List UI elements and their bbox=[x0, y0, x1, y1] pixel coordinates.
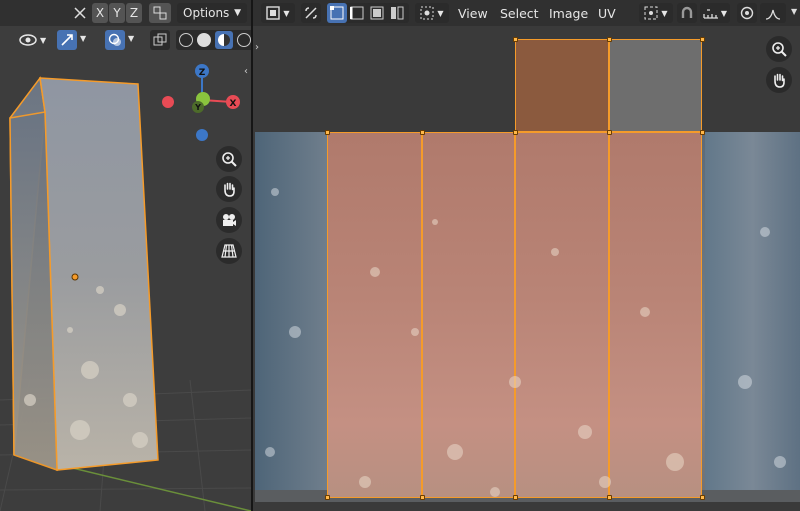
editor-type-dropdown[interactable]: ▼ bbox=[261, 3, 295, 23]
menu-select[interactable]: Select bbox=[500, 4, 539, 22]
snap-toggle-icon[interactable] bbox=[677, 3, 697, 23]
xray-icon bbox=[153, 33, 167, 46]
uv-sync-icon[interactable] bbox=[301, 3, 321, 23]
mirror-x-button[interactable]: X bbox=[92, 3, 108, 23]
uv-vertex[interactable] bbox=[607, 495, 612, 500]
3d-viewport[interactable]: X Y Z Options ▼ ▼ ▼ ▼ Z X Y ‹ bbox=[0, 0, 251, 511]
shading-mode-group bbox=[176, 30, 251, 50]
snap-increment-icon bbox=[703, 9, 718, 19]
sticky-selection-icon bbox=[420, 6, 434, 20]
material-shading-icon[interactable] bbox=[215, 31, 233, 49]
overlay-icon bbox=[108, 33, 121, 46]
pillar-mesh[interactable] bbox=[0, 70, 180, 480]
proportional-editing-icon[interactable] bbox=[737, 3, 757, 23]
rendered-shading-icon[interactable] bbox=[237, 33, 251, 47]
uv-vertex[interactable] bbox=[420, 130, 425, 135]
grid-perspective-icon[interactable] bbox=[216, 238, 242, 264]
menu-image[interactable]: Image bbox=[549, 4, 588, 22]
sidebar-toggle-icon[interactable]: ‹ bbox=[244, 66, 248, 77]
uv-vertex[interactable] bbox=[607, 37, 612, 42]
menu-uv[interactable]: UV bbox=[598, 4, 616, 22]
viewport-header: X Y Z Options ▼ bbox=[0, 0, 251, 26]
sticky-selection-dropdown[interactable]: ▼ bbox=[415, 3, 449, 23]
pivot-icon bbox=[644, 6, 658, 20]
xray-toggle-button[interactable] bbox=[150, 30, 170, 50]
uv-vertex[interactable] bbox=[325, 130, 330, 135]
uv-vertex[interactable] bbox=[513, 130, 518, 135]
face-select-icon[interactable] bbox=[367, 3, 387, 23]
uv-editor-icon bbox=[266, 6, 281, 20]
falloff-curve-icon bbox=[765, 9, 781, 20]
uv-island-bottom[interactable] bbox=[609, 39, 702, 132]
eye-icon bbox=[19, 34, 37, 46]
mirror-z-button[interactable]: Z bbox=[126, 3, 142, 23]
chevron-down-icon[interactable]: ▼ bbox=[80, 34, 86, 43]
uv-vertex[interactable] bbox=[513, 37, 518, 42]
options-label: Options bbox=[183, 6, 230, 20]
uv-vertex[interactable] bbox=[700, 37, 705, 42]
overlay-toggle-button[interactable] bbox=[105, 30, 125, 50]
uv-editor-header: ▼ ▼ View Select Image UV ▼ ▼ ▼ bbox=[253, 0, 800, 26]
island-select-icon[interactable] bbox=[387, 3, 407, 23]
toolbar-toggle-icon[interactable]: › bbox=[255, 42, 259, 53]
falloff-dropdown[interactable] bbox=[760, 3, 786, 23]
chevron-down-icon: ▼ bbox=[234, 8, 241, 18]
uv-island-top[interactable] bbox=[515, 39, 609, 132]
zoom-icon[interactable] bbox=[766, 36, 792, 62]
camera-icon[interactable] bbox=[216, 207, 242, 233]
pan-hand-icon[interactable] bbox=[216, 176, 242, 202]
mirror-icon[interactable] bbox=[72, 5, 88, 21]
solid-shading-icon[interactable] bbox=[197, 33, 211, 47]
uv-vertex[interactable] bbox=[325, 495, 330, 500]
auto-merge-icon[interactable] bbox=[149, 3, 171, 23]
edge-select-icon[interactable] bbox=[347, 3, 367, 23]
uv-vertex[interactable] bbox=[420, 495, 425, 500]
chevron-down-icon[interactable]: ▼ bbox=[791, 7, 797, 16]
texture-detail bbox=[265, 188, 786, 497]
navigation-gizmo[interactable]: Z X Y bbox=[160, 60, 250, 145]
vertex-select-icon[interactable] bbox=[327, 3, 347, 23]
uv-editor[interactable]: ▼ ▼ View Select Image UV ▼ ▼ ▼ › bbox=[253, 0, 800, 511]
gizmo-y-label: Y bbox=[194, 103, 201, 112]
uv-vertex[interactable] bbox=[513, 495, 518, 500]
wireframe-shading-icon[interactable] bbox=[179, 33, 193, 47]
snap-target-dropdown[interactable]: ▼ bbox=[700, 3, 730, 23]
select-mode-group bbox=[327, 3, 409, 23]
mirror-y-button[interactable]: Y bbox=[109, 3, 125, 23]
uv-vertex[interactable] bbox=[700, 495, 705, 500]
gizmo-toggle-button[interactable] bbox=[57, 30, 77, 50]
gizmo-z-label: Z bbox=[199, 68, 206, 78]
view-object-types-dropdown[interactable]: ▼ bbox=[18, 30, 52, 50]
chevron-down-icon[interactable]: ▼ bbox=[128, 34, 134, 43]
arrow-icon bbox=[61, 34, 73, 46]
pan-hand-icon[interactable] bbox=[766, 67, 792, 93]
menu-view[interactable]: View bbox=[458, 4, 488, 22]
gizmo-x-label: X bbox=[230, 99, 237, 109]
uv-vertex[interactable] bbox=[607, 130, 612, 135]
uv-vertex[interactable] bbox=[700, 130, 705, 135]
zoom-icon[interactable] bbox=[216, 146, 242, 172]
pivot-point-dropdown[interactable]: ▼ bbox=[639, 3, 673, 23]
options-dropdown[interactable]: Options ▼ bbox=[177, 3, 247, 23]
